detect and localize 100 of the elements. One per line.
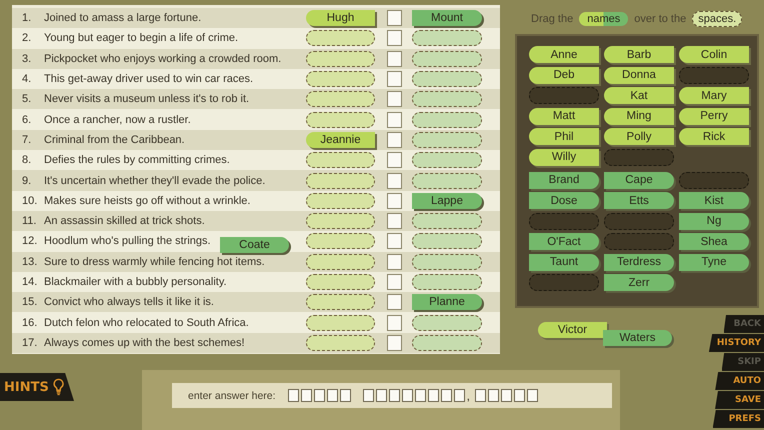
- checkbox[interactable]: [387, 152, 402, 168]
- last-name-tile[interactable]: Terdress: [604, 254, 674, 270]
- letter-box[interactable]: [340, 389, 351, 402]
- first-name-slot[interactable]: [306, 71, 375, 88]
- last-name-tile[interactable]: Brand: [529, 172, 599, 188]
- checkbox[interactable]: [387, 213, 402, 230]
- last-name-tile[interactable]: Dose: [529, 192, 599, 209]
- first-name-tile[interactable]: Perry: [679, 108, 749, 124]
- hints-button[interactable]: HINTS: [0, 373, 74, 401]
- checkbox[interactable]: [387, 192, 402, 209]
- last-name-tile[interactable]: Shea: [679, 233, 749, 250]
- letter-box[interactable]: [414, 389, 426, 402]
- letter-box[interactable]: [428, 389, 439, 402]
- last-name-slot[interactable]: [412, 172, 482, 189]
- last-name-tile[interactable]: Zerr: [604, 274, 674, 291]
- letter-box[interactable]: [402, 389, 413, 402]
- first-name-tile[interactable]: Polly: [604, 128, 674, 145]
- last-name-slot[interactable]: [412, 50, 482, 67]
- checkbox[interactable]: [387, 334, 402, 351]
- letter-box[interactable]: [300, 389, 312, 402]
- first-name-tile[interactable]: Ming: [604, 108, 674, 124]
- letter-box[interactable]: [376, 389, 387, 402]
- letter-box[interactable]: [454, 389, 465, 402]
- last-name-tile[interactable]: Cape: [604, 172, 674, 188]
- first-name-slot[interactable]: [306, 91, 375, 108]
- letter-box[interactable]: [388, 389, 400, 402]
- letter-box[interactable]: [474, 389, 486, 402]
- last-name-slot[interactable]: [412, 112, 482, 128]
- last-name-tile[interactable]: Tyne: [679, 254, 749, 270]
- first-name-tile[interactable]: Deb: [529, 66, 599, 84]
- last-name-tile[interactable]: Waters: [603, 330, 672, 346]
- checkbox[interactable]: [387, 314, 402, 331]
- first-name-tile[interactable]: Kat: [604, 87, 674, 104]
- checkbox[interactable]: [387, 112, 402, 128]
- menu-button[interactable]: HISTORY: [708, 334, 764, 352]
- last-name-slot[interactable]: [412, 30, 482, 46]
- first-name-slot[interactable]: [306, 233, 375, 250]
- letter-box[interactable]: [440, 389, 452, 402]
- first-name-slot[interactable]: [306, 152, 375, 168]
- first-name-slot[interactable]: [306, 50, 375, 67]
- letter-box[interactable]: [514, 389, 525, 402]
- last-name-tile[interactable]: O'Fact: [529, 233, 599, 250]
- last-name-tile[interactable]: Taunt: [529, 254, 599, 270]
- letter-box[interactable]: [314, 389, 325, 402]
- last-name-slot[interactable]: [412, 91, 482, 108]
- checkbox[interactable]: [387, 233, 402, 250]
- first-name-slot[interactable]: [306, 172, 375, 189]
- last-name-tile[interactable]: Planne: [412, 294, 482, 310]
- menu-button[interactable]: PREFS: [712, 410, 764, 428]
- last-name-tile[interactable]: Etts: [604, 192, 674, 209]
- checkbox[interactable]: [387, 294, 402, 310]
- first-name-slot[interactable]: [306, 294, 375, 310]
- checkbox[interactable]: [387, 10, 402, 26]
- last-name-slot[interactable]: [412, 274, 482, 290]
- first-name-tile[interactable]: Anne: [529, 46, 599, 63]
- checkbox[interactable]: [387, 172, 402, 189]
- checkbox[interactable]: [387, 132, 402, 148]
- last-name-tile[interactable]: Mount: [412, 10, 482, 26]
- letter-box[interactable]: [362, 389, 374, 402]
- first-name-tile[interactable]: Phil: [529, 128, 599, 145]
- first-name-tile[interactable]: Victor: [538, 322, 607, 338]
- last-name-slot[interactable]: [412, 254, 482, 270]
- first-name-tile[interactable]: Barb: [604, 46, 674, 63]
- checkbox[interactable]: [387, 91, 402, 108]
- first-name-slot[interactable]: [306, 314, 375, 331]
- first-name-slot[interactable]: [306, 192, 375, 209]
- first-name-tile[interactable]: Donna: [604, 66, 674, 84]
- last-name-slot[interactable]: [412, 132, 482, 148]
- last-name-tile[interactable]: Kist: [679, 192, 749, 209]
- checkbox[interactable]: [387, 254, 402, 270]
- letter-box[interactable]: [526, 389, 538, 402]
- first-name-tile[interactable]: Mary: [679, 87, 749, 104]
- first-name-tile[interactable]: Jeannie: [306, 132, 375, 148]
- first-name-tile[interactable]: Matt: [529, 108, 599, 124]
- first-name-tile[interactable]: Willy: [529, 148, 599, 166]
- last-name-slot[interactable]: [412, 213, 482, 230]
- last-name-slot[interactable]: [412, 334, 482, 351]
- letter-box[interactable]: [326, 389, 338, 402]
- checkbox[interactable]: [387, 30, 402, 46]
- last-name-slot[interactable]: [412, 71, 482, 88]
- first-name-tile[interactable]: Colin: [679, 46, 749, 63]
- checkbox[interactable]: [387, 50, 402, 67]
- menu-button[interactable]: SAVE: [715, 391, 764, 409]
- checkbox[interactable]: [387, 274, 402, 290]
- first-name-slot[interactable]: [306, 213, 375, 230]
- checkbox[interactable]: [387, 71, 402, 88]
- last-name-slot[interactable]: [412, 152, 482, 168]
- letter-box[interactable]: [500, 389, 512, 402]
- letter-box[interactable]: [488, 389, 499, 402]
- last-name-tile[interactable]: Lappe: [412, 192, 482, 209]
- first-name-tile[interactable]: Hugh: [306, 10, 375, 26]
- first-name-slot[interactable]: [306, 254, 375, 270]
- first-name-slot[interactable]: [306, 334, 375, 351]
- first-name-slot[interactable]: [306, 30, 375, 46]
- last-name-tile[interactable]: Coate: [220, 237, 289, 253]
- first-name-slot[interactable]: [306, 112, 375, 128]
- last-name-slot[interactable]: [412, 314, 482, 331]
- first-name-tile[interactable]: Rick: [679, 128, 749, 145]
- menu-button[interactable]: AUTO: [715, 372, 764, 390]
- last-name-slot[interactable]: [412, 233, 482, 250]
